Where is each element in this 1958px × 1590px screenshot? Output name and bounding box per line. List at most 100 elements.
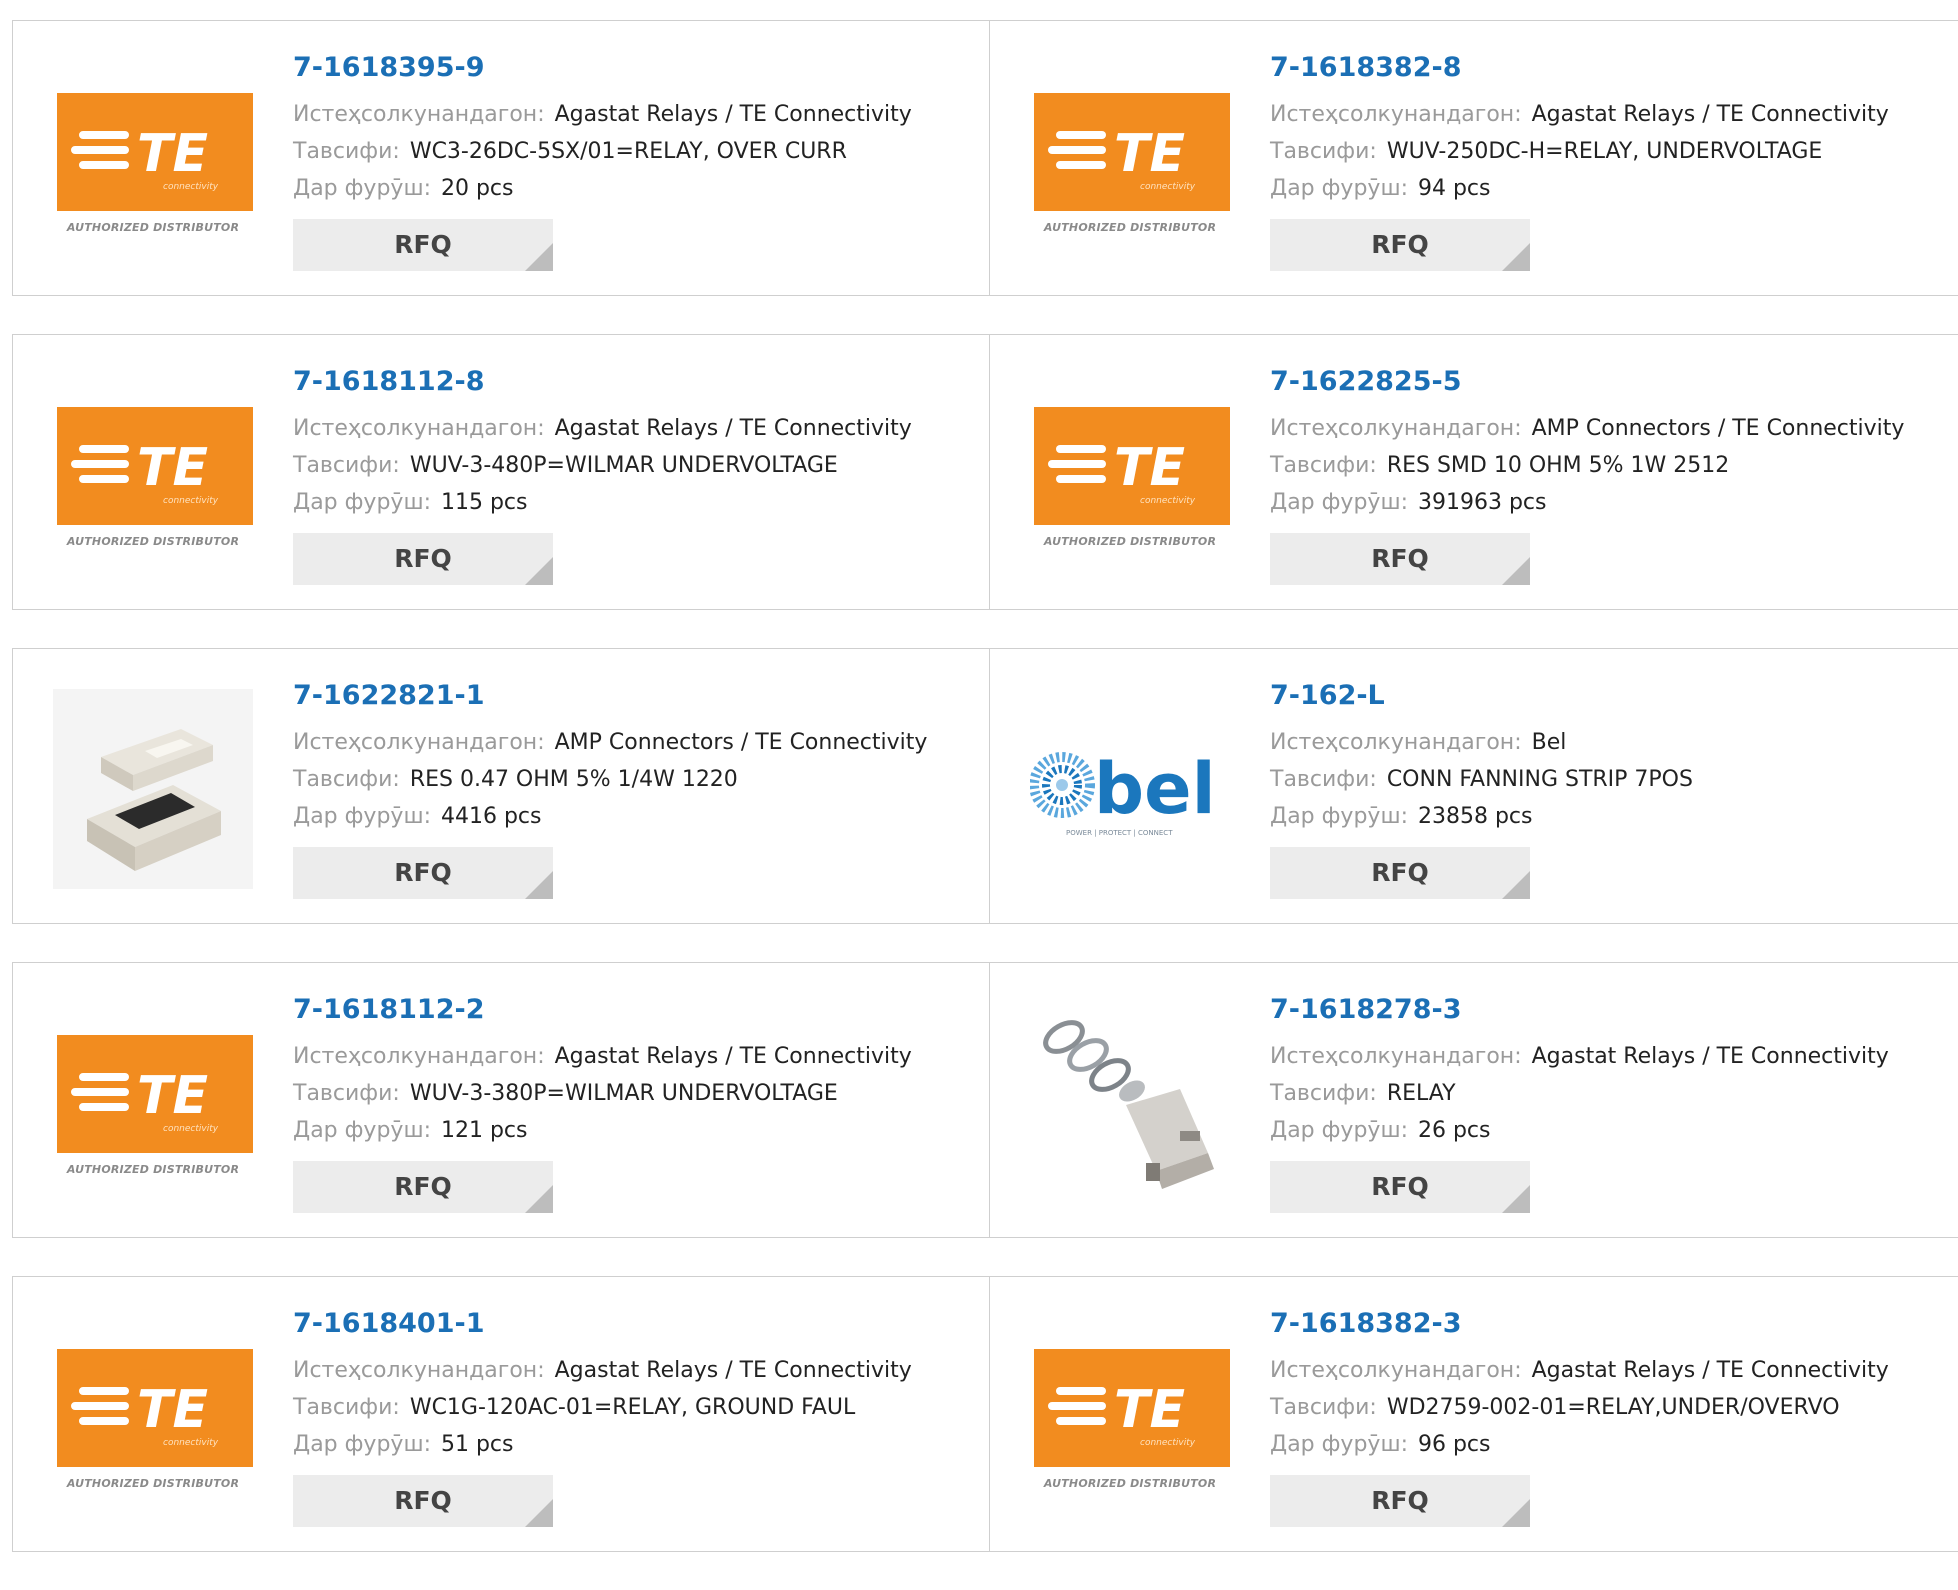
stock-value: 94 pcs [1417, 176, 1491, 201]
description-label: Тавсифи: [1270, 1081, 1377, 1106]
stock-label: Дар фурӯш: [1270, 1432, 1408, 1457]
description-label: Тавсифи: [1270, 767, 1377, 792]
product-card: TE connectivity AUTHORIZED DISTRIBUTOR 7… [990, 335, 1957, 609]
rfq-corner-decoration [525, 1185, 553, 1213]
te-logo-word: TE [1114, 1380, 1185, 1440]
description-value: WC3-26DC-5SX/01=RELAY, OVER CURR [409, 139, 847, 164]
bel-logo[interactable]: bel POWER | PROTECT | CONNECT [1030, 689, 1230, 889]
stock-value: 26 pcs [1417, 1118, 1491, 1143]
stock-label: Дар фурӯш: [293, 176, 431, 201]
part-number-link[interactable]: 7-1618382-3 [1270, 1307, 1889, 1341]
stock-line: Дар фурӯш: 26 pcs [1270, 1112, 1889, 1149]
rfq-button[interactable]: RFQ [293, 847, 553, 899]
te-logo-word: TE [137, 438, 208, 498]
part-number-link[interactable]: 7-1622825-5 [1270, 365, 1904, 399]
rfq-corner-decoration [1502, 871, 1530, 899]
product-card: bel POWER | PROTECT | CONNECT 7-162-L Ист… [990, 649, 1957, 923]
part-number-link[interactable]: 7-1622821-1 [293, 679, 927, 713]
te-logo-badge: TE connectivity [57, 1349, 253, 1467]
rfq-button[interactable]: RFQ [1270, 219, 1530, 271]
te-logo-badge: TE connectivity [57, 407, 253, 525]
manufacturer-label: Истеҳсолкунандагон: [293, 1044, 545, 1069]
stock-line: Дар фурӯш: 23858 pcs [1270, 798, 1693, 835]
te-connectivity-logo[interactable]: TE connectivity AUTHORIZED DISTRIBUTOR [1030, 61, 1230, 261]
description-value: WUV-250DC-H=RELAY, UNDERVOLTAGE [1386, 139, 1823, 164]
rfq-button[interactable]: RFQ [293, 1161, 553, 1213]
description-label: Тавсифи: [1270, 453, 1377, 478]
relay-photo[interactable] [1030, 1003, 1230, 1203]
rfq-label: RFQ [394, 858, 452, 887]
te-logo-word: TE [137, 1380, 208, 1440]
te-logo-badge: TE connectivity [1034, 1349, 1230, 1467]
te-connectivity-logo[interactable]: TE connectivity AUTHORIZED DISTRIBUTOR [53, 1003, 253, 1203]
bel-logo-mark: bel POWER | PROTECT | CONNECT [1030, 748, 1216, 837]
manufacturer-line: Истеҳсолкунандагон: Agastat Relays / TE C… [1270, 1038, 1889, 1075]
stock-line: Дар фурӯш: 4416 pcs [293, 798, 927, 835]
rfq-button[interactable]: RFQ [293, 533, 553, 585]
product-grid: TE connectivity AUTHORIZED DISTRIBUTOR 7… [12, 20, 1958, 1590]
part-number-link[interactable]: 7-1618382-8 [1270, 51, 1889, 85]
smd-resistor-photo[interactable] [53, 689, 253, 889]
manufacturer-label: Истеҳсолкунандагон: [1270, 1044, 1522, 1069]
stock-label: Дар фурӯш: [293, 490, 431, 515]
manufacturer-line: Истеҳсолкунандагон: Bel [1270, 724, 1693, 761]
te-logo-sub: connectivity [1140, 1438, 1196, 1448]
manufacturer-label: Истеҳсолкунандагон: [1270, 102, 1522, 127]
description-line: Тавсифи: WUV-250DC-H=RELAY, UNDERVOLTAGE [1270, 133, 1889, 170]
te-connectivity-logo[interactable]: TE connectivity AUTHORIZED DISTRIBUTOR [53, 61, 253, 261]
rfq-button[interactable]: RFQ [293, 219, 553, 271]
part-number-link[interactable]: 7-1618112-2 [293, 993, 912, 1027]
manufacturer-value: Agastat Relays / TE Connectivity [554, 102, 912, 127]
rfq-button[interactable]: RFQ [293, 1475, 553, 1527]
te-logo-mark: TE connectivity [1048, 1380, 1196, 1448]
product-info: 7-1618112-8 Истеҳсолкунандагон: Agastat Re… [293, 365, 912, 585]
te-logo-sub: connectivity [1140, 496, 1196, 506]
manufacturer-label: Истеҳсолкунандагон: [293, 730, 545, 755]
te-connectivity-logo[interactable]: TE connectivity AUTHORIZED DISTRIBUTOR [53, 1317, 253, 1517]
stock-line: Дар фурӯш: 96 pcs [1270, 1426, 1889, 1463]
description-value: WUV-3-380P=WILMAR UNDERVOLTAGE [409, 1081, 838, 1106]
description-value: RELAY [1386, 1081, 1456, 1106]
description-line: Тавсифи: WUV-3-380P=WILMAR UNDERVOLTAGE [293, 1075, 912, 1112]
te-connectivity-logo[interactable]: TE connectivity AUTHORIZED DISTRIBUTOR [1030, 1317, 1230, 1517]
stock-line: Дар фурӯш: 94 pcs [1270, 170, 1889, 207]
rfq-corner-decoration [1502, 1185, 1530, 1213]
product-info: 7-1622821-1 Истеҳсолкунандагон: AMP Connec… [293, 679, 927, 899]
te-logo-sub: connectivity [163, 1124, 219, 1134]
description-label: Тавсифи: [293, 139, 400, 164]
part-number-link[interactable]: 7-162-L [1270, 679, 1693, 713]
stock-line: Дар фурӯш: 391963 pcs [1270, 484, 1904, 521]
rfq-button[interactable]: RFQ [1270, 847, 1530, 899]
manufacturer-value: Agastat Relays / TE Connectivity [1531, 1358, 1889, 1383]
manufacturer-line: Истеҳсолкунандагон: AMP Connectors / TE C… [1270, 410, 1904, 447]
te-connectivity-logo[interactable]: TE connectivity AUTHORIZED DISTRIBUTOR [53, 375, 253, 575]
description-label: Тавсифи: [1270, 1395, 1377, 1420]
stock-value: 4416 pcs [440, 804, 542, 829]
description-value: WD2759-002-01=RELAY,UNDER/OVERVO [1386, 1395, 1840, 1420]
te-logo-mark: TE connectivity [71, 1066, 219, 1134]
rfq-button[interactable]: RFQ [1270, 1161, 1530, 1213]
rfq-button[interactable]: RFQ [1270, 1475, 1530, 1527]
te-logo-sub: connectivity [163, 1438, 219, 1448]
authorized-distributor-caption: AUTHORIZED DISTRIBUTOR [1043, 221, 1217, 234]
stock-value: 121 pcs [440, 1118, 528, 1143]
description-line: Тавсифи: CONN FANNING STRIP 7POS [1270, 761, 1693, 798]
te-logo-mark: TE connectivity [71, 124, 219, 192]
description-value: RES SMD 10 OHM 5% 1W 2512 [1386, 453, 1730, 478]
rfq-corner-decoration [1502, 1499, 1530, 1527]
product-card: TE connectivity AUTHORIZED DISTRIBUTOR 7… [990, 21, 1957, 295]
manufacturer-label: Истеҳсолкунандагон: [1270, 730, 1522, 755]
bel-logo-tagline: POWER | PROTECT | CONNECT [1066, 829, 1173, 837]
part-number-link[interactable]: 7-1618401-1 [293, 1307, 912, 1341]
part-number-link[interactable]: 7-1618395-9 [293, 51, 912, 85]
part-number-link[interactable]: 7-1618278-3 [1270, 993, 1889, 1027]
manufacturer-label: Истеҳсолкунандагон: [293, 416, 545, 441]
te-connectivity-logo[interactable]: TE connectivity AUTHORIZED DISTRIBUTOR [1030, 375, 1230, 575]
te-logo-badge: TE connectivity [57, 1035, 253, 1153]
part-number-link[interactable]: 7-1618112-8 [293, 365, 912, 399]
description-line: Тавсифи: WC1G-120AC-01=RELAY, GROUND FAUL [293, 1389, 912, 1426]
product-info: 7-1618278-3 Истеҳсолкунандагон: Agastat Re… [1270, 993, 1889, 1213]
product-info: 7-1618395-9 Истеҳсолкунандагон: Agastat Re… [293, 51, 912, 271]
rfq-button[interactable]: RFQ [1270, 533, 1530, 585]
te-logo-word: TE [137, 1066, 208, 1126]
